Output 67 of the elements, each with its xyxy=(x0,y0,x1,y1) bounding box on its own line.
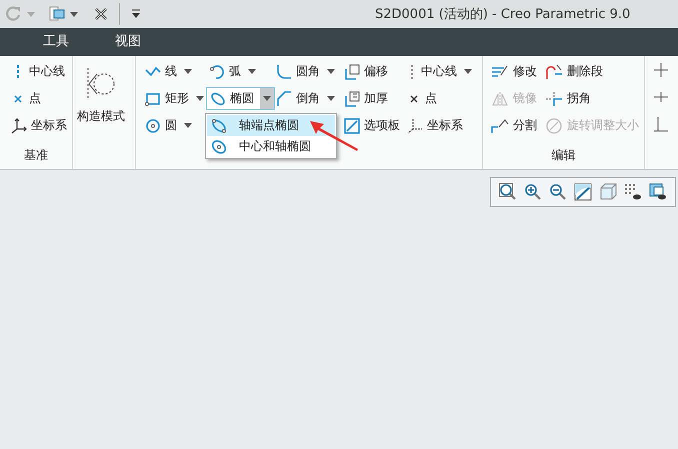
offset-icon xyxy=(344,64,360,80)
tool-button[interactable]: 点 xyxy=(8,87,44,110)
perpendicular-icon xyxy=(653,116,669,132)
tool-button[interactable]: 坐标系 xyxy=(404,114,466,137)
caret-icon xyxy=(184,69,192,74)
corner-icon xyxy=(545,90,563,106)
caret-icon xyxy=(327,69,335,74)
tool-button[interactable]: 拐角 xyxy=(542,87,594,110)
menu-item[interactable]: 轴端点椭圆 xyxy=(207,115,335,136)
group-label: 编辑 xyxy=(552,147,576,164)
rounded-corner-icon xyxy=(276,64,292,80)
modify-icon xyxy=(491,64,509,80)
menu-item[interactable]: 中心和轴椭圆 xyxy=(207,136,335,157)
caret-icon xyxy=(327,96,335,101)
axes-icon xyxy=(11,118,27,134)
circle-icon xyxy=(145,118,161,134)
caret-icon xyxy=(263,96,271,101)
cube-icon xyxy=(599,183,617,201)
axes-icon xyxy=(407,118,423,134)
divide-icon xyxy=(491,118,509,134)
delete-segment-icon xyxy=(545,64,563,80)
tool-button[interactable]: 点 xyxy=(404,87,440,110)
cross-line-icon xyxy=(653,62,669,78)
zoom-in-icon xyxy=(524,183,542,201)
rectangle-icon xyxy=(145,90,161,106)
tool-button[interactable]: 删除段 xyxy=(542,60,606,83)
caret-icon xyxy=(27,12,35,16)
ellipse-icon xyxy=(210,90,226,106)
tool-button[interactable]: 选项板 xyxy=(341,114,403,137)
caret-icon xyxy=(248,69,256,74)
pointer-arrow xyxy=(310,121,358,151)
redo-icon xyxy=(6,6,22,22)
zoom-to-fit-icon xyxy=(499,183,517,201)
construction-mode-button[interactable]: 构造模式 xyxy=(73,60,129,131)
window-title: S2D0001 (活动的) - Creo Parametric 9.0 xyxy=(375,6,630,23)
thicken-icon xyxy=(344,90,360,106)
view-display-icon xyxy=(649,183,667,201)
tool-button[interactable]: 分割 xyxy=(488,114,540,137)
arc-icon xyxy=(209,64,225,80)
zoom-out-icon xyxy=(549,183,567,201)
tool-button[interactable]: 圆 xyxy=(142,114,195,137)
ellipse-icon xyxy=(211,138,227,154)
beveled-corner-icon xyxy=(276,90,292,106)
mirror-icon xyxy=(491,90,509,106)
caret-icon xyxy=(464,69,472,74)
ellipse-icon xyxy=(211,118,227,134)
close-icon xyxy=(94,7,108,21)
tool-button[interactable]: 修改 xyxy=(488,60,540,83)
windows-icon xyxy=(49,6,65,22)
caret-icon xyxy=(184,123,192,128)
tool-button[interactable]: 倒角 xyxy=(273,87,338,110)
tool-button[interactable]: 椭圆 xyxy=(206,87,275,110)
palette-icon xyxy=(344,118,360,134)
cross-line-icon xyxy=(653,89,669,105)
tool-button[interactable]: 圆角 xyxy=(273,60,338,83)
tool-button[interactable]: 坐标系 xyxy=(8,114,70,137)
tool-button[interactable]: 中心线 xyxy=(404,60,475,83)
menu-tab[interactable]: 工具 xyxy=(30,28,82,56)
menu-tab[interactable]: 视图 xyxy=(102,28,154,56)
dot-grid-icon xyxy=(624,183,642,201)
caret-icon xyxy=(70,12,78,16)
group-label: 基准 xyxy=(24,147,48,164)
tool-button[interactable]: 弧 xyxy=(206,60,259,83)
tool-button[interactable]: 线 xyxy=(142,60,195,83)
tool-button[interactable]: 加厚 xyxy=(341,87,391,110)
tool-button[interactable]: 偏移 xyxy=(341,60,391,83)
tool-button[interactable]: 中心线 xyxy=(8,60,68,83)
